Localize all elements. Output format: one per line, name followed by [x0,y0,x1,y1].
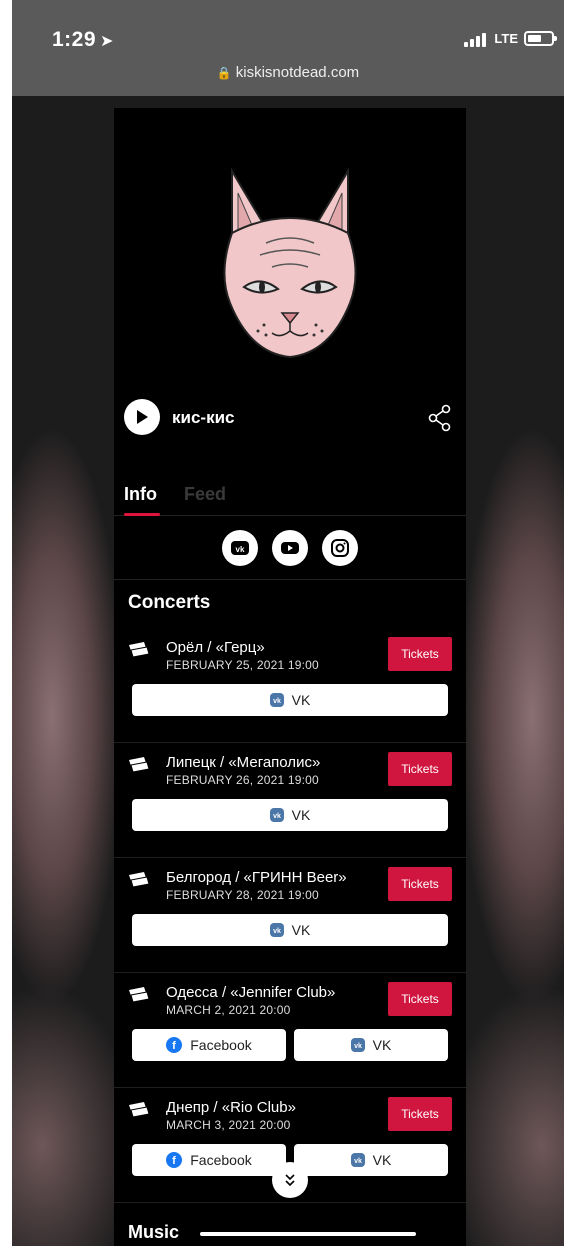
tab-bar: Info Feed [114,480,466,516]
music-progress-bar[interactable] [200,1232,416,1236]
vk-event-button[interactable]: vk VK [294,1144,448,1176]
music-heading: Music [128,1222,180,1242]
tickets-button[interactable]: Tickets [388,982,452,1016]
tickets-button[interactable]: Tickets [388,867,452,901]
vk-icon: vk [350,1038,365,1052]
concert-title: Орёл / «Герц» [166,639,265,656]
concert-title: Одесса / «Jennifer Club» [166,984,336,1001]
vk-label: VK [372,1152,392,1168]
concert-date: MARCH 2, 2021 20:00 [166,1003,291,1017]
svg-text:vk: vk [273,698,281,705]
facebook-event-button[interactable]: f Facebook [132,1029,286,1061]
concert-item: Одесса / «Jennifer Club» MARCH 2, 2021 2… [114,973,466,1088]
concert-date: FEBRUARY 26, 2021 19:00 [166,773,319,787]
vk-event-button[interactable]: vk VK [294,1029,448,1061]
svg-text:vk: vk [236,545,245,554]
facebook-label: Facebook [190,1152,252,1168]
ticket-icon [129,1102,150,1118]
svg-text:f: f [172,1040,176,1052]
signal-icon [464,33,486,47]
concert-item: Липецк / «Мегаполис» FEBRUARY 26, 2021 1… [114,743,466,858]
phone-screen: 1:29 ➤ LTE 🔒 kiskisnotdead.com кис-кис I… [12,0,564,1246]
concert-date: FEBRUARY 28, 2021 19:00 [166,888,319,902]
youtube-icon [281,542,299,554]
instagram-link-button[interactable] [322,530,358,566]
location-arrow-icon: ➤ [100,33,114,50]
facebook-label: Facebook [190,1037,252,1053]
url-text: kiskisnotdead.com [235,64,360,81]
lock-icon: 🔒 [216,66,232,80]
scroll-down-button[interactable] [272,1162,308,1198]
concerts-heading: Concerts [128,592,211,613]
vk-label: VK [372,1037,392,1053]
share-icon[interactable] [428,404,452,437]
svg-text:f: f [172,1155,176,1167]
youtube-link-button[interactable] [272,530,308,566]
active-tab-indicator [124,513,160,516]
vk-icon: vk [269,923,284,937]
instagram-icon [331,539,349,557]
concert-item: Орёл / «Герц» FEBRUARY 25, 2021 19:00 Ti… [114,628,466,743]
facebook-event-button[interactable]: f Facebook [132,1144,286,1176]
network-type: LTE [494,31,518,46]
chevron-double-down-icon [285,1174,295,1187]
play-icon [137,410,148,424]
vk-event-button[interactable]: vk VK [132,914,448,946]
svg-text:vk: vk [354,1158,362,1165]
ticket-icon [129,757,150,773]
svg-text:vk: vk [273,813,281,820]
url-bar[interactable]: 🔒 kiskisnotdead.com [12,64,564,81]
concert-title: Белгород / «ГРИНН Beer» [166,869,347,886]
status-bar: 1:29 ➤ LTE 🔒 kiskisnotdead.com [12,0,564,96]
tab-info[interactable]: Info [124,484,157,505]
facebook-icon: f [166,1037,183,1053]
svg-text:vk: vk [273,928,281,935]
ticket-icon [129,642,150,658]
artist-cover [114,108,466,388]
vk-label: VK [291,807,311,823]
vk-link-button[interactable]: vk [222,530,258,566]
battery-icon [524,31,557,46]
vk-label: VK [291,922,311,938]
concert-date: FEBRUARY 25, 2021 19:00 [166,658,319,672]
svg-text:vk: vk [354,1043,362,1050]
vk-icon: vk [269,808,284,822]
page-content: кис-кис Info Feed vk Concerts Орёл / «Ге… [114,108,466,1246]
music-section: Music [128,1218,458,1246]
vk-icon: vk [350,1153,365,1167]
ticket-icon [129,987,150,1003]
tickets-button[interactable]: Tickets [388,637,452,671]
vk-event-button[interactable]: vk VK [132,684,448,716]
sphynx-cat-logo [223,167,357,359]
concert-item: Белгород / «ГРИНН Beer» FEBRUARY 28, 202… [114,858,466,973]
facebook-icon: f [166,1152,183,1168]
concert-title: Липецк / «Мегаполис» [166,754,321,771]
ticket-icon [129,872,150,888]
play-button[interactable] [124,399,160,435]
status-time: 1:29 ➤ [52,28,114,52]
concert-title: Днепр / «Rio Club» [166,1099,296,1116]
time-text: 1:29 [52,28,97,51]
concert-date: MARCH 3, 2021 20:00 [166,1118,291,1132]
vk-icon: vk [269,693,284,707]
social-links: vk [114,517,466,580]
tickets-button[interactable]: Tickets [388,752,452,786]
vk-label: VK [291,692,311,708]
vk-event-button[interactable]: vk VK [132,799,448,831]
tab-feed[interactable]: Feed [184,484,226,505]
artist-name: кис-кис [172,408,235,427]
vk-icon: vk [231,541,249,555]
tickets-button[interactable]: Tickets [388,1097,452,1131]
